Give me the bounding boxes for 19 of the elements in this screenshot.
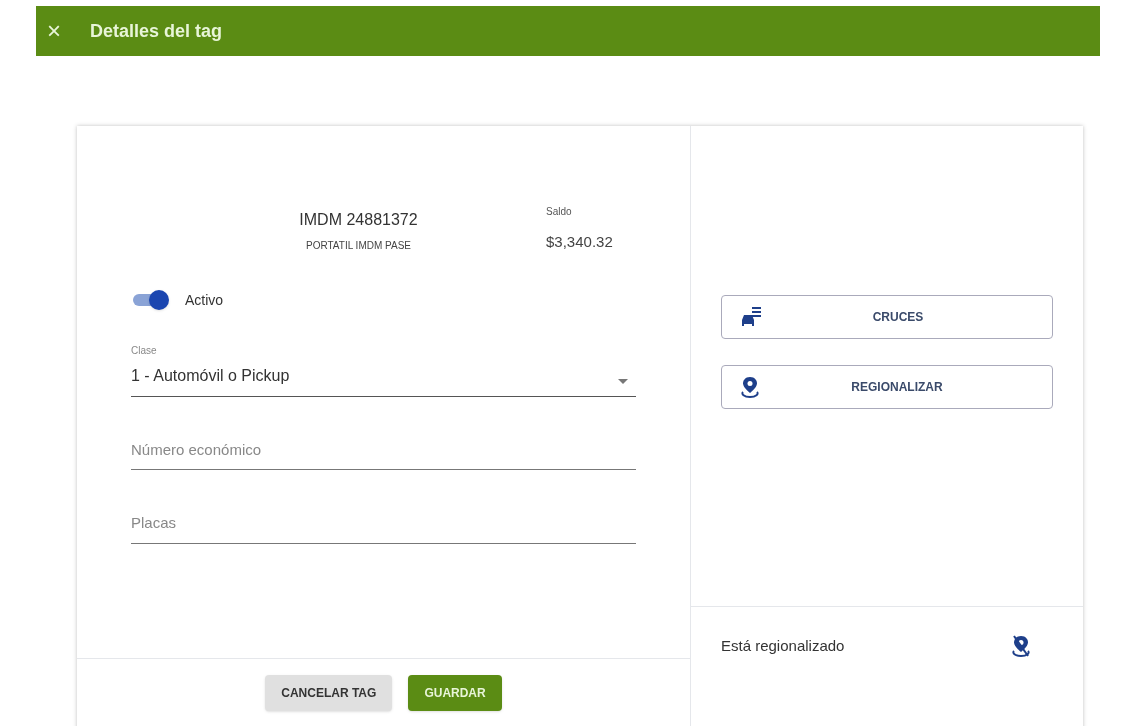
balance-amount: $3,340.32 — [546, 232, 614, 252]
active-label: Activo — [185, 290, 224, 310]
balance-label: Saldo — [546, 205, 573, 219]
text-input-field[interactable]: Número económico — [131, 438, 636, 470]
text-input-field[interactable]: Placas — [131, 512, 636, 544]
page-title: Detalles del tag — [90, 20, 223, 43]
location-pin-icon — [740, 376, 760, 398]
tag-id: IMDM 24881372 — [299, 210, 418, 230]
cancel-tag-button[interactable]: CANCELAR TAG — [265, 675, 393, 711]
regionalize-button[interactable]: REGIONALIZAR — [721, 365, 1053, 409]
regionalized-label: Está regionalizado — [721, 636, 845, 656]
close-button[interactable]: × — [42, 15, 66, 47]
tag-description: PORTATIL IMDM PASE — [306, 239, 411, 253]
class-select[interactable]: Clase 1 - Automóvil o Pickup — [131, 342, 636, 397]
dropdown-caret-icon — [618, 378, 628, 384]
crossings-button[interactable]: CRUCES — [721, 295, 1053, 339]
car-list-icon — [740, 306, 762, 328]
save-button[interactable]: GUARDAR — [408, 675, 502, 711]
active-toggle[interactable] — [131, 290, 169, 310]
